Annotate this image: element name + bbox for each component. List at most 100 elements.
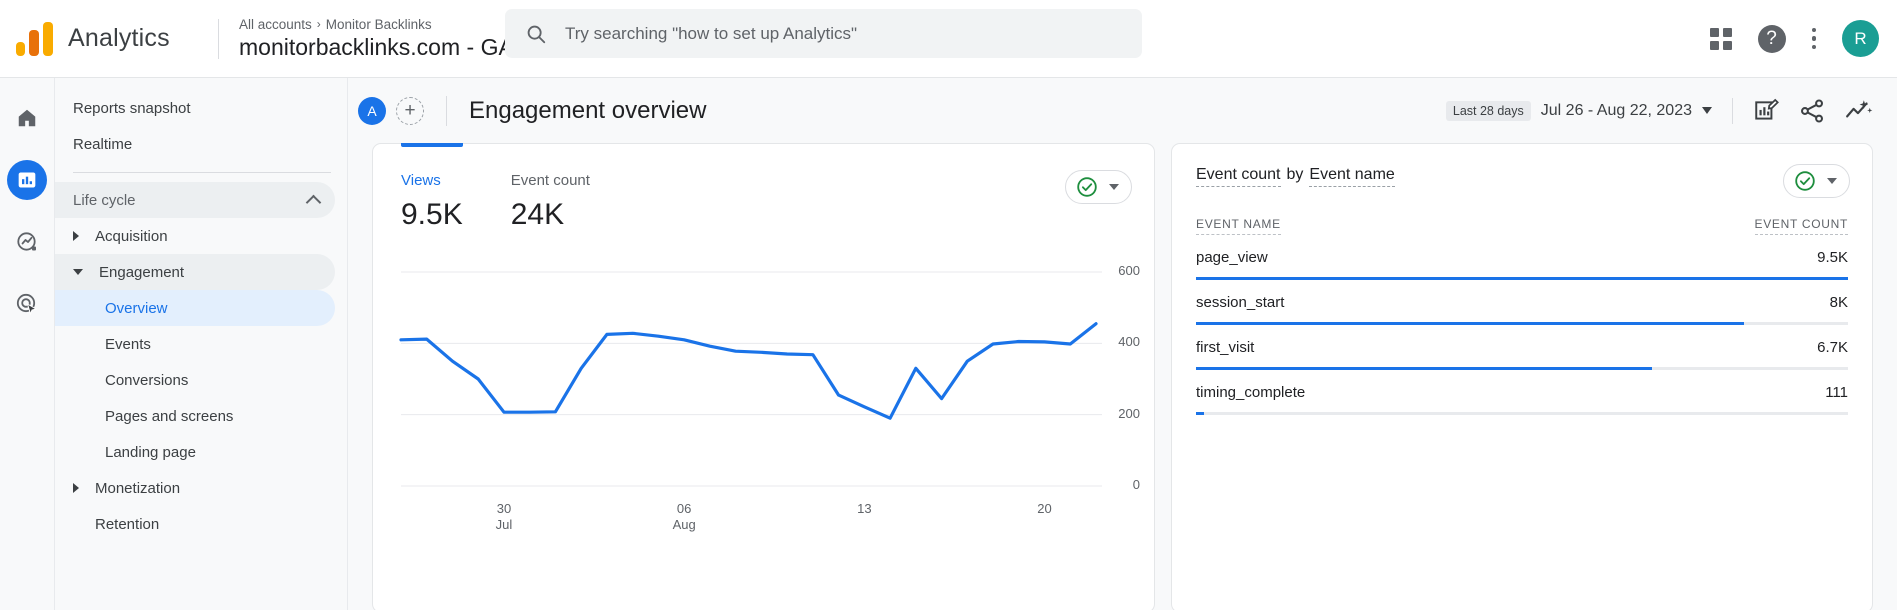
- share-icon[interactable]: [1799, 98, 1825, 124]
- event-name-cell: first_visit: [1196, 339, 1254, 356]
- table-body: page_view9.5K session_start 8K first_visit6…: [1196, 249, 1848, 415]
- advertising-target-icon: [15, 292, 39, 316]
- chevron-right-icon: [73, 231, 79, 241]
- breadcrumb-account[interactable]: Monitor Backlinks: [326, 17, 432, 32]
- search-icon: [525, 23, 547, 45]
- x-axis-tick: 30Jul: [496, 501, 513, 533]
- sidebar-item-events[interactable]: Events: [55, 326, 335, 362]
- chevron-down-icon[interactable]: [1827, 178, 1837, 184]
- brand-label: Analytics: [68, 24, 170, 53]
- chevron-down-icon[interactable]: [1702, 107, 1712, 114]
- sidebar-item-label: Engagement: [99, 264, 184, 281]
- card-title-dimension[interactable]: Event name: [1309, 166, 1394, 187]
- page-header-actions: Last 28 days Jul 26 - Aug 22, 2023: [1446, 98, 1873, 124]
- divider: [1732, 98, 1733, 124]
- metric-tab-views[interactable]: Views 9.5K: [401, 172, 463, 232]
- main-content: A + Engagement overview Last 28 days Jul…: [348, 78, 1897, 610]
- edit-comparison-icon[interactable]: [1753, 98, 1779, 124]
- bar-track: [1196, 322, 1848, 325]
- bar-track: [1196, 412, 1848, 415]
- breadcrumb-separator-icon: ›: [317, 17, 321, 31]
- metric-label: Views: [401, 172, 463, 189]
- table-row[interactable]: page_view9.5K: [1196, 249, 1848, 280]
- icon-rail: [0, 78, 55, 610]
- card-title-connector: by: [1287, 166, 1304, 187]
- column-header-event-name[interactable]: EVENT NAME: [1196, 217, 1281, 235]
- sidebar-group-label: Life cycle: [73, 192, 136, 209]
- sidebar-item-label: Monetization: [95, 480, 180, 497]
- cards-row: Views 9.5K Event count 24K: [348, 143, 1897, 610]
- x-axis-tick: 13: [857, 501, 871, 517]
- date-range-picker[interactable]: Last 28 days Jul 26 - Aug 22, 2023: [1446, 101, 1712, 121]
- chevron-down-icon: [73, 269, 83, 275]
- sidebar-group-life-cycle[interactable]: Life cycle: [55, 182, 335, 218]
- sidebar-item-retention[interactable]: Retention: [55, 506, 335, 542]
- apps-grid-icon[interactable]: [1710, 28, 1732, 50]
- table-options-control[interactable]: [1783, 164, 1850, 198]
- sidebar-item-label: Acquisition: [95, 228, 168, 245]
- check-circle-icon: [1794, 170, 1816, 192]
- reports-bar-chart-icon: [17, 170, 37, 190]
- property-label: monitorbacklinks.com - GA4: [239, 34, 527, 61]
- rail-item-reports[interactable]: [7, 160, 47, 200]
- y-axis-tick: 600: [1118, 263, 1140, 278]
- sidebar-item-conversions[interactable]: Conversions: [55, 362, 335, 398]
- x-axis-tick: 06Aug: [673, 501, 696, 533]
- search-input[interactable]: Try searching "how to set up Analytics": [505, 9, 1142, 58]
- sidebar-item-realtime[interactable]: Realtime: [55, 126, 335, 162]
- help-icon[interactable]: ?: [1758, 25, 1786, 53]
- chevron-right-icon: [73, 483, 79, 493]
- column-header-event-count[interactable]: EVENT COUNT: [1755, 217, 1849, 235]
- event-name-cell: session_start: [1196, 294, 1284, 311]
- event-name-cell: page_view: [1196, 249, 1268, 266]
- home-icon: [16, 107, 38, 129]
- top-bar: Analytics All accounts › Monitor Backlin…: [0, 0, 1897, 78]
- divider: [446, 96, 447, 126]
- bar-track: [1196, 277, 1848, 280]
- check-circle-icon: [1076, 176, 1098, 198]
- y-axis-tick: 400: [1118, 334, 1140, 349]
- table-row[interactable]: first_visit6.7K: [1196, 339, 1848, 370]
- metric-value: 9.5K: [401, 198, 463, 232]
- event-count-cell: 8K: [1830, 294, 1848, 311]
- chart-options-control[interactable]: [1065, 170, 1132, 204]
- sidebar-item-monetization[interactable]: Monetization: [55, 470, 335, 506]
- sidebar-item-label: Conversions: [105, 372, 188, 389]
- bar-track: [1196, 367, 1848, 370]
- more-options-icon[interactable]: [1812, 28, 1817, 50]
- analytics-brand[interactable]: Analytics: [0, 22, 218, 56]
- rail-item-explore[interactable]: [7, 222, 47, 262]
- rail-item-home[interactable]: [7, 98, 47, 138]
- sidebar-item-engagement[interactable]: Engagement: [55, 254, 335, 290]
- sidebar-item-acquisition[interactable]: Acquisition: [55, 218, 335, 254]
- body: Reports snapshot Realtime Life cycle Acq…: [0, 78, 1897, 610]
- sidebar-item-label: Events: [105, 336, 151, 353]
- sidebar-item-pages-and-screens[interactable]: Pages and screens: [55, 398, 335, 434]
- sidebar-item-label: Landing page: [105, 444, 196, 461]
- sidebar-item-landing-page[interactable]: Landing page: [55, 434, 335, 470]
- page-title: Engagement overview: [469, 97, 706, 125]
- chevron-down-icon[interactable]: [1109, 184, 1119, 190]
- table-row[interactable]: timing_complete111: [1196, 384, 1848, 415]
- bar-fill: [1196, 322, 1744, 325]
- account-selector[interactable]: All accounts › Monitor Backlinks monitor…: [219, 17, 546, 61]
- metric-tab-event-count[interactable]: Event count 24K: [511, 172, 590, 232]
- sidebar-item-overview[interactable]: Overview: [55, 290, 335, 326]
- property-name[interactable]: monitorbacklinks.com - GA4: [239, 34, 546, 61]
- avatar[interactable]: R: [1842, 20, 1879, 57]
- card-title-metric[interactable]: Event count: [1196, 166, 1281, 187]
- chevron-up-icon[interactable]: [306, 194, 322, 210]
- add-comparison-button[interactable]: +: [396, 97, 424, 125]
- line-chart[interactable]: 600 400 200 0 30Jul06Aug1320: [373, 254, 1154, 544]
- explore-icon: [15, 230, 39, 254]
- breadcrumb-root[interactable]: All accounts: [239, 17, 312, 32]
- analytics-logo-icon: [16, 22, 54, 56]
- y-axis-tick: 0: [1133, 477, 1140, 492]
- table-row[interactable]: session_start 8K: [1196, 294, 1848, 325]
- date-range-badge: Last 28 days: [1446, 101, 1531, 121]
- date-range-label: Jul 26 - Aug 22, 2023: [1541, 102, 1692, 120]
- rail-item-advertising[interactable]: [7, 284, 47, 324]
- comparison-chip[interactable]: A: [358, 97, 386, 125]
- sidebar-item-reports-snapshot[interactable]: Reports snapshot: [55, 90, 335, 126]
- insights-icon[interactable]: [1845, 98, 1873, 124]
